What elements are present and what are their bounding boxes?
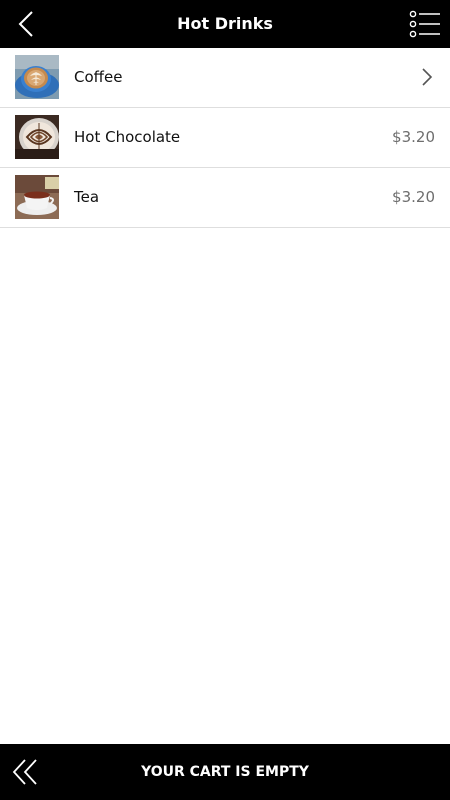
cart-bar[interactable]: YOUR CART IS EMPTY [0, 744, 450, 800]
header-bar: Hot Drinks [0, 0, 450, 48]
page-title: Hot Drinks [177, 14, 273, 33]
cart-status-text: YOUR CART IS EMPTY [141, 764, 309, 780]
chevron-right-icon [422, 68, 433, 86]
list-item-label: Coffee [74, 68, 123, 86]
list-item-tea[interactable]: Tea $3.20 [0, 168, 450, 228]
list-item-label: Tea [74, 188, 100, 206]
list-item-price: $3.20 [392, 188, 435, 206]
menu-button[interactable] [408, 8, 442, 40]
coffee-thumbnail [15, 55, 59, 99]
app-screen: Hot Drinks Coffee Hot Chocolate $3.20 Te… [0, 0, 450, 800]
list-item-label: Hot Chocolate [74, 128, 181, 146]
tea-thumbnail [15, 175, 59, 219]
list-menu-icon [409, 10, 440, 38]
menu-list: Coffee Hot Chocolate $3.20 Tea $3.20 [0, 48, 450, 228]
list-item-coffee[interactable]: Coffee [0, 48, 450, 108]
list-item-hot-chocolate[interactable]: Hot Chocolate $3.20 [0, 108, 450, 168]
hot-chocolate-thumbnail [15, 115, 59, 159]
list-item-price: $3.20 [392, 128, 435, 146]
